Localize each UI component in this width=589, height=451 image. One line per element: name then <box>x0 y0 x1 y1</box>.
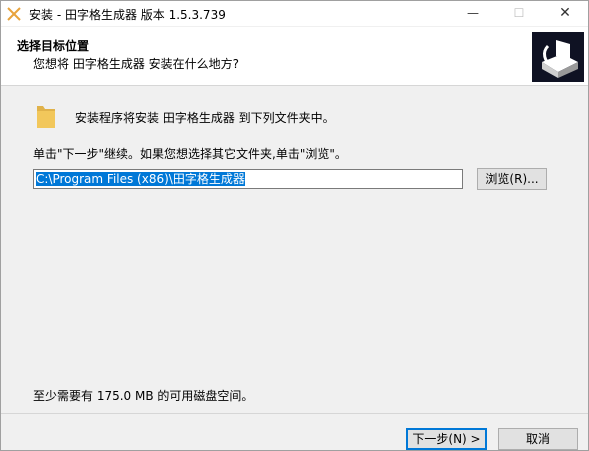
wizard-header: 选择目标位置 您想将 田字格生成器 安装在什么地方? <box>1 27 588 86</box>
folder-icon <box>37 106 55 128</box>
setup-icon <box>7 7 21 21</box>
instruction-text: 单击"下一步"继续。如果您想选择其它文件夹,单击"浏览"。 <box>33 147 347 161</box>
setup-window: 安装 - 田字格生成器 版本 1.5.3.739 — ☐ ✕ 选择目标位置 您想… <box>0 0 589 451</box>
next-button[interactable]: 下一步(N) > <box>406 428 487 450</box>
footer-divider <box>1 413 588 414</box>
cancel-button[interactable]: 取消 <box>498 428 578 450</box>
page-subtitle: 您想将 田字格生成器 安装在什么地方? <box>33 57 239 71</box>
install-path-value: C:\Program Files (x86)\田字格生成器 <box>36 172 245 186</box>
page-title: 选择目标位置 <box>17 39 90 53</box>
minimize-button[interactable]: — <box>450 1 496 26</box>
install-path-input[interactable]: C:\Program Files (x86)\田字格生成器 <box>33 169 463 189</box>
disk-space-text: 至少需要有 175.0 MB 的可用磁盘空间。 <box>33 389 254 403</box>
maximize-button[interactable]: ☐ <box>496 1 542 26</box>
install-to-text: 安装程序将安装 田字格生成器 到下列文件夹中。 <box>75 111 335 125</box>
window-title: 安装 - 田字格生成器 版本 1.5.3.739 <box>29 8 226 22</box>
browse-button[interactable]: 浏览(R)... <box>477 168 547 190</box>
title-bar[interactable]: 安装 - 田字格生成器 版本 1.5.3.739 — ☐ ✕ <box>1 1 588 26</box>
installer-logo-icon <box>532 32 584 82</box>
close-button[interactable]: ✕ <box>542 1 588 26</box>
